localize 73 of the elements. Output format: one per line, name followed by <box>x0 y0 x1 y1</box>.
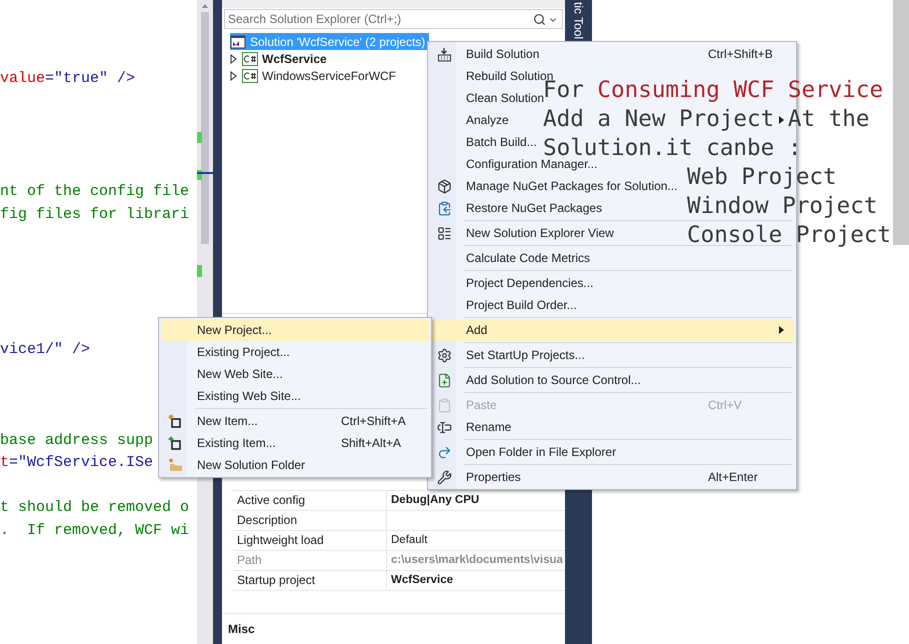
property-value: c:\users\mark\documents\visua <box>390 553 563 568</box>
code-line: base address supp <box>0 430 154 450</box>
menu-item[interactable]: Add Solution to Source Control... <box>466 374 641 386</box>
menu-item[interactable]: New Project... <box>161 319 429 341</box>
menu-item[interactable]: Batch Build... <box>466 136 537 148</box>
code-line: t="WcfService.ISe <box>0 453 154 474</box>
search-icon[interactable] <box>533 13 546 26</box>
menu-item[interactable]: Properties <box>466 471 521 483</box>
code-line: t should be removed o <box>0 498 190 518</box>
menu-item[interactable]: Restore NuGet Packages <box>466 202 602 214</box>
menu-item[interactable]: Analyze <box>466 114 509 126</box>
code-line: . If removed, WCF wi <box>0 520 190 541</box>
tree-item[interactable]: WcfService <box>230 50 331 67</box>
expand-triangle-icon[interactable] <box>230 70 238 80</box>
package-icon <box>436 178 452 194</box>
menu-item[interactable]: Add <box>430 319 794 341</box>
annotation-text: Solution.it canbe : <box>543 139 802 157</box>
code-line: nt of the config file <box>0 182 190 202</box>
menu-item[interactable]: New Web Site... <box>197 368 283 380</box>
menu-item[interactable]: New Item... <box>197 415 258 427</box>
menu-item[interactable]: Rebuild Solution <box>466 70 554 82</box>
list-icon <box>436 226 452 240</box>
shortcut-text: Alt+Enter <box>708 471 758 483</box>
menu-item[interactable]: Existing Project... <box>197 346 290 358</box>
property-name: Lightweight load <box>232 531 387 550</box>
property-name: Description <box>232 511 387 530</box>
menu-item[interactable]: Open Folder in File Explorer <box>466 446 616 458</box>
property-value: Default <box>390 533 428 548</box>
add-item-icon <box>168 436 182 450</box>
menu-item[interactable]: Build Solution <box>466 48 540 60</box>
folder-icon <box>168 458 182 472</box>
menu-item[interactable]: Set StartUp Projects... <box>466 349 585 361</box>
menu-item[interactable]: Calculate Code Metrics <box>466 252 590 264</box>
clipboard-icon <box>436 398 452 412</box>
shortcut-text: Ctrl+Shift+A <box>341 415 406 427</box>
menu-item[interactable]: Manage NuGet Packages for Solution... <box>466 180 678 192</box>
menu-item[interactable]: Project Build Order... <box>466 299 577 311</box>
menu-item[interactable]: New Solution Folder <box>197 459 306 471</box>
menu-item[interactable]: New Solution Explorer View <box>466 227 614 239</box>
file-plus-icon <box>436 372 452 388</box>
clipboard-icon <box>436 200 452 216</box>
wrench-icon <box>436 470 452 484</box>
solution-icon <box>230 34 246 48</box>
csharp-file-icon <box>242 52 258 66</box>
property-name: Active config <box>232 491 387 510</box>
shortcut-text: Shift+Alt+A <box>341 437 402 449</box>
menu-item[interactable]: Configuration Manager... <box>466 158 598 170</box>
csharp-file-icon <box>242 68 258 82</box>
property-value: Debug|Any CPU <box>390 493 480 508</box>
tree-item[interactable]: WindowsServiceForWCF <box>230 67 400 84</box>
new-item-icon <box>168 414 182 428</box>
property-name: Startup project <box>232 571 387 590</box>
rename-icon <box>436 420 452 434</box>
property-value: WcfService <box>390 573 454 588</box>
menu-item[interactable]: Existing Web Site... <box>197 390 301 402</box>
scrollbar[interactable] <box>893 0 909 245</box>
search-field[interactable]: Search Solution Explorer (Ctrl+;) <box>224 9 563 29</box>
expand-triangle-icon[interactable] <box>230 54 238 64</box>
property-name: Path <box>232 551 387 570</box>
category-label: Misc <box>228 622 255 636</box>
shortcut-text: Ctrl+V <box>708 399 742 411</box>
code-line: fig files for librari <box>0 204 190 225</box>
code-line: value="true" /> <box>0 69 136 89</box>
side-tab[interactable]: tic Tool <box>572 0 586 40</box>
shortcut-text: Ctrl+Shift+B <box>708 48 773 60</box>
code-line: vice1/" /> <box>0 340 90 360</box>
menu-item[interactable]: Project Dependencies... <box>466 277 594 289</box>
menu-item[interactable]: Existing Item... <box>197 437 276 449</box>
blocks-icon <box>436 46 452 62</box>
menu-item[interactable]: Rename <box>466 421 512 433</box>
settings-icon <box>436 348 452 362</box>
menu-item[interactable]: Clean Solution <box>466 92 544 104</box>
curved-arrow-icon <box>436 444 452 460</box>
